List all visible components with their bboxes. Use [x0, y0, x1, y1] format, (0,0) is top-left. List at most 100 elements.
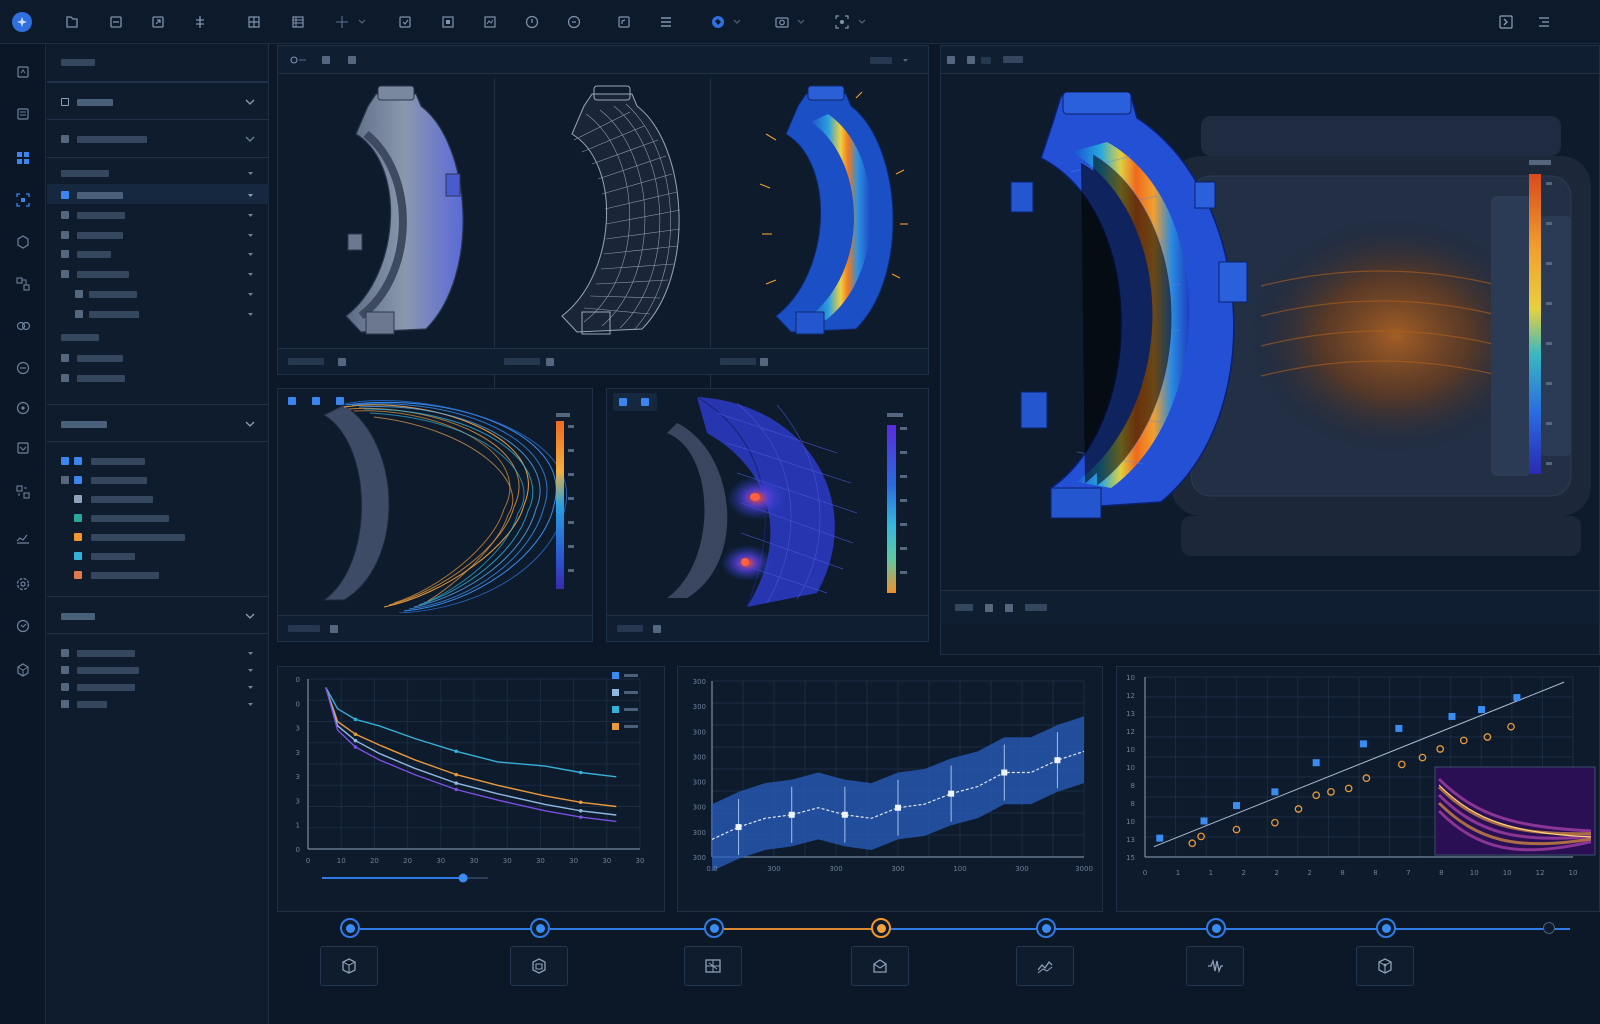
material-label[interactable] [91, 496, 153, 503]
package-icon[interactable] [13, 660, 33, 680]
material-label[interactable] [91, 572, 159, 579]
chevron-down-icon[interactable] [245, 97, 255, 107]
data-point[interactable] [353, 732, 358, 737]
data-point-circle[interactable] [1197, 832, 1205, 841]
data-point-circle[interactable] [1507, 722, 1515, 731]
data-point-square[interactable] [1156, 834, 1164, 842]
timeline-step-node[interactable] [1206, 918, 1226, 938]
series-line[interactable] [325, 687, 617, 778]
tree-item-label[interactable] [77, 701, 107, 708]
series-line[interactable] [325, 687, 617, 816]
section-header-geometry[interactable] [47, 82, 269, 120]
data-point[interactable] [948, 790, 955, 797]
data-point[interactable] [454, 772, 459, 777]
chevron-down-icon[interactable] [358, 18, 366, 26]
chevron-down-icon[interactable] [858, 18, 866, 26]
data-point-square[interactable] [1312, 759, 1320, 767]
data-point[interactable] [735, 824, 742, 831]
legend-toggle[interactable] [619, 398, 627, 406]
zoom-select[interactable] [870, 57, 892, 64]
globe-icon[interactable] [708, 12, 728, 32]
slider-handle[interactable] [458, 873, 468, 883]
data-point[interactable] [454, 749, 459, 754]
view-toggle-icon[interactable] [322, 56, 330, 64]
data-point[interactable] [578, 815, 583, 819]
chevron-down-icon[interactable] [248, 312, 253, 317]
inset-density-plot[interactable] [1434, 766, 1596, 856]
data-point-square[interactable] [1233, 802, 1241, 810]
data-point-circle[interactable] [1271, 818, 1279, 827]
screenshot-icon[interactable] [832, 12, 852, 32]
data-point[interactable] [454, 787, 459, 792]
data-point[interactable] [841, 811, 848, 818]
solver-icon[interactable] [13, 316, 33, 336]
chevron-down-icon[interactable] [248, 272, 253, 277]
chevron-down-icon[interactable] [903, 58, 908, 63]
terminal-icon[interactable] [1496, 12, 1516, 32]
section-header-components[interactable] [47, 120, 269, 158]
tree-item-label[interactable] [77, 192, 123, 199]
plot-icon[interactable] [13, 528, 33, 548]
tree-item-label[interactable] [77, 375, 125, 382]
data-point-circle[interactable] [1188, 839, 1197, 848]
thermal-contour-view[interactable] [736, 84, 916, 344]
chevron-down-icon[interactable] [248, 292, 253, 297]
chevron-down-icon[interactable] [248, 668, 253, 673]
data-point[interactable] [578, 800, 583, 805]
open-file-icon[interactable] [62, 12, 82, 32]
tree-item-label[interactable] [77, 251, 111, 258]
export-icon[interactable] [190, 12, 210, 32]
layers-icon[interactable] [13, 104, 33, 124]
mesh-grid-tool-button[interactable] [684, 946, 742, 986]
data-point-square[interactable] [1359, 740, 1367, 748]
probe-icon[interactable] [13, 398, 33, 418]
mesh-select-icon[interactable] [13, 190, 33, 210]
tree-search-input[interactable] [47, 44, 269, 82]
view-mode-icon[interactable] [947, 56, 955, 64]
series-line[interactable] [325, 687, 617, 808]
timeline-step-node[interactable] [704, 918, 724, 938]
timeline-step-node[interactable] [340, 918, 360, 938]
chevron-down-icon[interactable] [245, 134, 255, 144]
camera-icon[interactable] [772, 12, 792, 32]
save-icon[interactable] [106, 12, 126, 32]
help-icon[interactable] [13, 616, 33, 636]
timeline-step-node[interactable] [1036, 918, 1056, 938]
data-point[interactable] [454, 781, 459, 785]
list-icon[interactable] [656, 12, 676, 32]
view-icon[interactable] [480, 12, 500, 32]
tree-item-label[interactable] [77, 271, 129, 278]
data-point[interactable] [578, 770, 583, 775]
data-point[interactable] [788, 811, 795, 818]
compare-icon[interactable] [13, 482, 33, 502]
cube-tool-button[interactable] [320, 946, 378, 986]
tree-item-label[interactable] [77, 212, 125, 219]
chevron-down-icon[interactable] [248, 233, 253, 238]
physics-icon[interactable] [13, 232, 33, 252]
constraint-icon[interactable] [438, 12, 458, 32]
section-header-results[interactable] [47, 596, 269, 634]
chevron-down-icon[interactable] [797, 18, 805, 26]
tree-item-label[interactable] [77, 667, 139, 674]
view-mode-icon[interactable] [967, 56, 975, 64]
orbit-icon[interactable] [290, 56, 308, 64]
app-logo-icon[interactable] [12, 12, 32, 32]
tree-item-label[interactable] [77, 232, 123, 239]
mesh-icon[interactable] [244, 12, 264, 32]
render-icon[interactable] [564, 12, 584, 32]
solid-geometry-view[interactable] [306, 84, 486, 344]
load-icon[interactable] [395, 12, 415, 32]
data-point[interactable] [1054, 757, 1061, 764]
data-point-square[interactable] [1271, 788, 1279, 796]
import-icon[interactable] [148, 12, 168, 32]
data-point-circle[interactable] [1436, 745, 1445, 753]
structure-tool-button[interactable] [510, 946, 568, 986]
box-3d-tool-button[interactable] [1356, 946, 1414, 986]
report-icon[interactable] [614, 12, 634, 32]
mail-box-tool-button[interactable] [851, 946, 909, 986]
tree-item-label[interactable] [89, 291, 137, 298]
model-icon[interactable] [13, 62, 33, 82]
chevron-down-icon[interactable] [245, 419, 255, 429]
data-point[interactable] [1001, 769, 1008, 776]
checkbox-icon[interactable] [61, 135, 69, 143]
